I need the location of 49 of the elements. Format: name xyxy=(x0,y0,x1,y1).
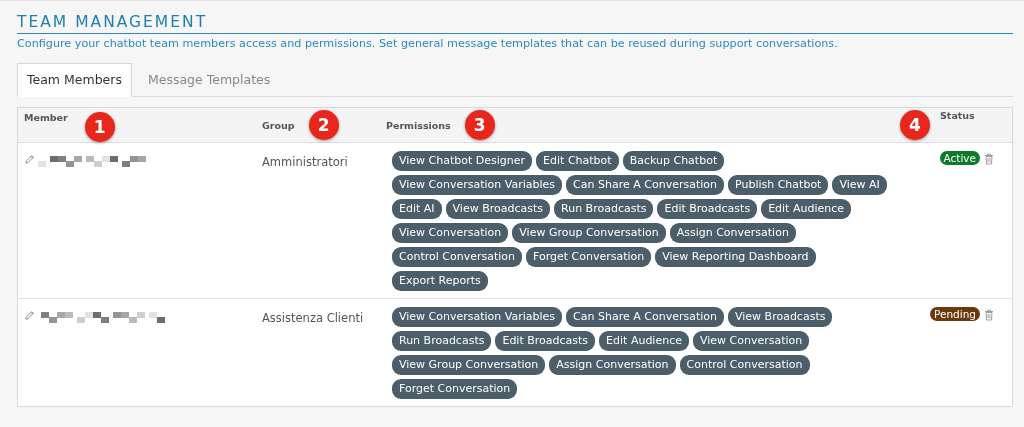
page-description: Configure your chatbot team members access and permissions. Set general message templates that can be reused during support conversations. xyxy=(17,37,839,50)
column-header: Permissions xyxy=(386,119,451,131)
column-header: Status xyxy=(940,110,975,121)
permission-tag: Edit Broadcasts xyxy=(495,331,596,351)
permission-tag: View Broadcasts xyxy=(445,199,551,219)
permission-tag: Publish Chatbot xyxy=(728,175,829,195)
column-header: Group xyxy=(262,119,295,131)
permission-tag: Edit Chatbot xyxy=(536,151,619,171)
page-title: TEAM MANAGEMENT xyxy=(17,13,1013,34)
column-header: Member xyxy=(24,111,68,123)
permission-tag: Control Conversation xyxy=(679,355,810,375)
delete-icon[interactable] xyxy=(984,153,994,165)
permission-tag: Export Reports xyxy=(392,271,488,291)
permission-tag: Assign Conversation xyxy=(669,223,796,243)
permission-tag: Forget Conversation xyxy=(526,247,652,267)
permission-tag: Backup Chatbot xyxy=(622,151,725,171)
group-name: Amministratori xyxy=(262,155,348,169)
edit-icon[interactable] xyxy=(24,154,35,165)
permission-tag: Edit AI xyxy=(392,199,442,219)
permission-tag: View Broadcasts xyxy=(728,307,833,327)
number-marker: 3 xyxy=(464,110,495,140)
permission-tag: View Conversation xyxy=(693,331,810,351)
permission-tag: View Group Conversation xyxy=(512,223,666,243)
number-marker: 4 xyxy=(900,110,930,140)
permission-tag: Run Broadcasts xyxy=(392,331,492,351)
permission-tag: View AI xyxy=(832,175,887,195)
permission-tag: View Conversation Variables xyxy=(392,307,563,327)
number-marker: 1 xyxy=(84,111,115,142)
edit-icon[interactable] xyxy=(24,310,35,321)
status-badge: Active xyxy=(939,151,980,165)
group-name: Assistenza Clienti xyxy=(262,311,364,325)
permission-tag: View Conversation Variables xyxy=(392,175,563,195)
tab[interactable]: Team Members xyxy=(17,63,132,97)
permission-tag: Control Conversation xyxy=(392,247,522,267)
permission-tag: Can Share A Conversation xyxy=(566,175,724,195)
number-marker: 2 xyxy=(308,110,339,140)
permission-tag: Edit Audience xyxy=(761,199,851,219)
permission-tag: View Reporting Dashboard xyxy=(655,247,816,267)
permission-tag: Edit Audience xyxy=(599,331,689,351)
status-badge: Pending xyxy=(930,307,980,321)
delete-icon[interactable] xyxy=(984,309,994,321)
permission-tag: Can Share A Conversation xyxy=(566,307,724,327)
permission-tag: Forget Conversation xyxy=(392,379,518,399)
permission-tag: View Chatbot Designer xyxy=(392,151,533,171)
permission-tag: Assign Conversation xyxy=(549,355,676,375)
permission-tag: Run Broadcasts xyxy=(554,199,654,219)
permission-tag: View Group Conversation xyxy=(392,355,546,375)
permission-tag: View Conversation xyxy=(392,223,509,243)
permission-tag: Edit Broadcasts xyxy=(657,199,758,219)
